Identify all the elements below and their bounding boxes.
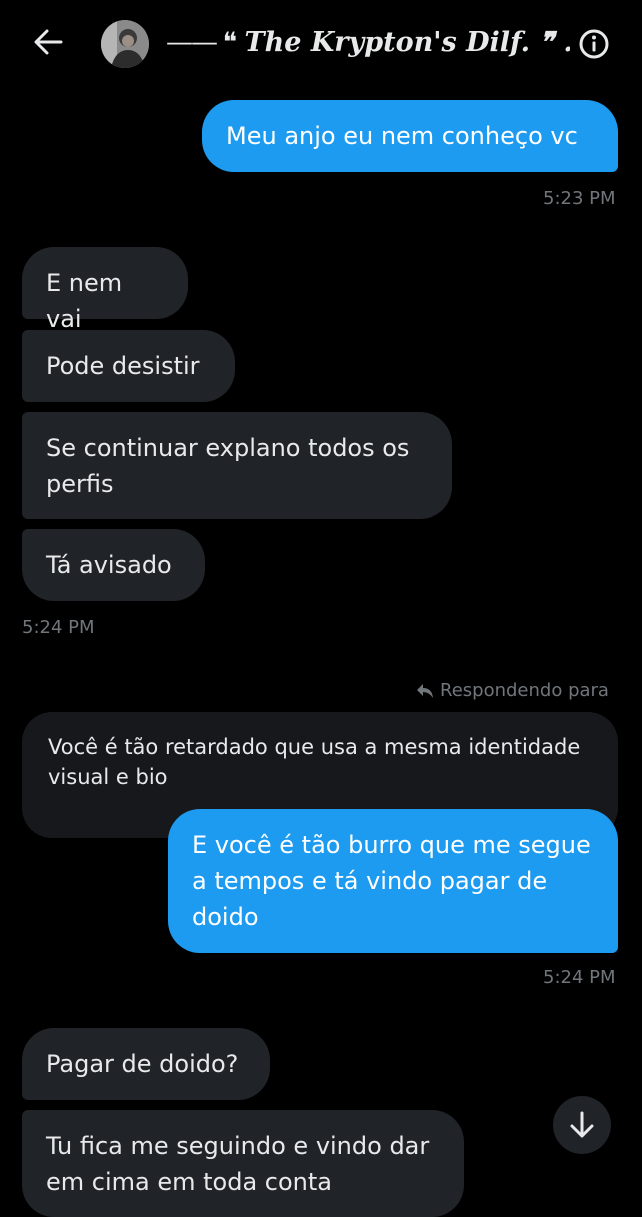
replying-to-text: Respondendo para (440, 680, 609, 701)
message-bubble-incoming[interactable]: Se continuar explano todos os perfis (22, 412, 452, 519)
message-bubble-incoming[interactable]: Pagar de doido? (22, 1028, 270, 1100)
replying-to-label: Respondendo para (416, 680, 609, 701)
arrow-down-icon (570, 1111, 594, 1138)
message-timestamp: 5:23 PM (543, 188, 616, 209)
message-bubble-incoming[interactable]: Pode desistir (22, 330, 235, 402)
message-bubble-outgoing[interactable]: E você é tão burro que me segue a tempos… (168, 809, 618, 953)
conversation-title[interactable]: —— ❝ The Krypton's Dilf. ❞ ... (166, 22, 570, 64)
message-bubble-incoming[interactable]: Tu fica me seguindo e vindo dar em cima … (22, 1110, 464, 1217)
profile-photo-icon (101, 20, 149, 68)
back-button[interactable] (28, 26, 68, 58)
info-circle-icon (579, 29, 609, 59)
message-timestamp: 5:24 PM (543, 967, 616, 988)
message-bubble-outgoing[interactable]: Meu anjo eu nem conheço vc (202, 100, 618, 172)
message-bubble-incoming[interactable]: E nem vai (22, 247, 188, 333)
title-prefix: —— ❝ (166, 27, 237, 58)
reply-arrow-icon (417, 683, 433, 698)
arrow-left-icon (34, 29, 63, 55)
message-timestamp: 5:24 PM (22, 617, 95, 638)
conversation-info-button[interactable] (578, 28, 610, 60)
message-bubble-incoming[interactable]: Tá avisado (22, 529, 205, 601)
avatar[interactable] (101, 20, 149, 68)
title-text: The Krypton's Dilf. ❞ ... (244, 27, 570, 58)
conversation-header: —— ❝ The Krypton's Dilf. ❞ ... (0, 0, 642, 86)
scroll-to-bottom-button[interactable] (553, 1096, 611, 1154)
